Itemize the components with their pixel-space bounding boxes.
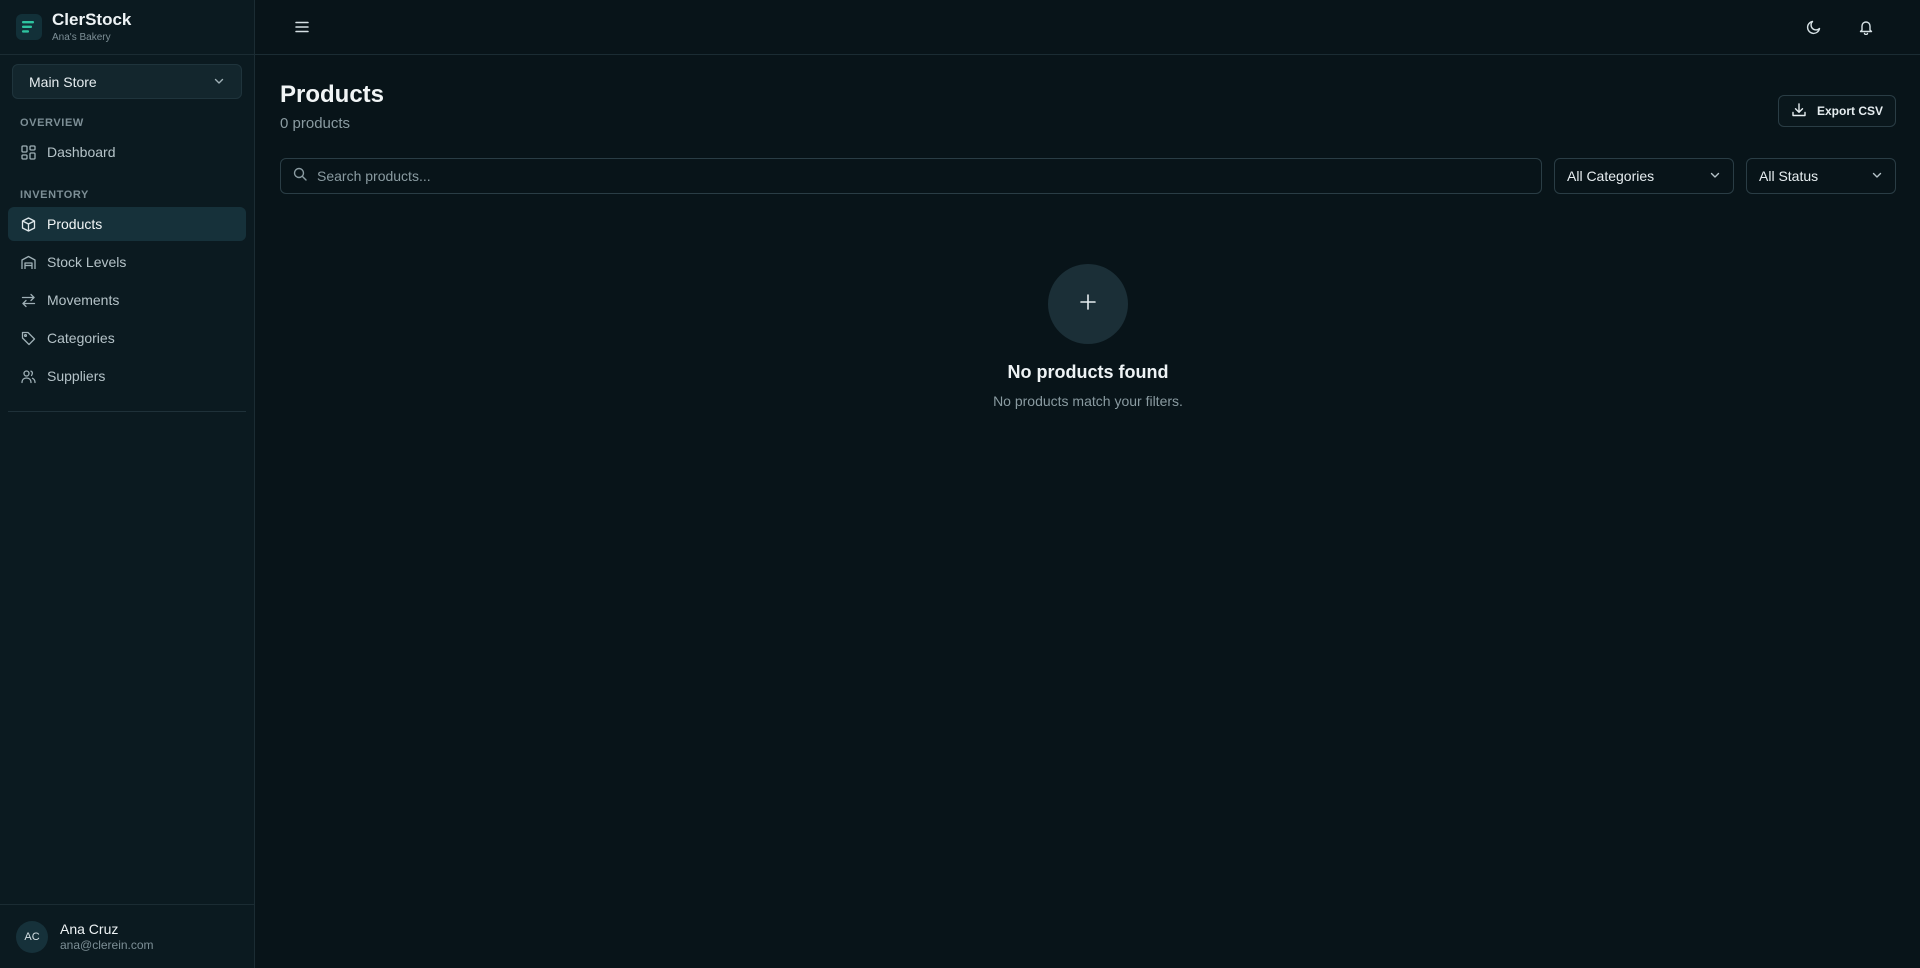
sidebar-item-dashboard[interactable]: Dashboard	[8, 135, 246, 169]
box-icon	[20, 216, 36, 232]
main-area: Products 0 products Export CSV Search pr…	[255, 0, 1920, 968]
page-title: Products	[280, 81, 385, 108]
bell-icon[interactable]	[1852, 13, 1880, 41]
section-label-inventory: INVENTORY	[20, 189, 89, 201]
store-selector[interactable]: Main Store	[12, 64, 242, 99]
user-profile[interactable]: AC Ana Cruz ana@clerein.com	[0, 904, 254, 968]
export-csv-button[interactable]: Export CSV	[1777, 95, 1896, 127]
chevron-down-icon	[1709, 168, 1721, 184]
status-filter-value: All Status	[1759, 168, 1819, 184]
download-icon	[1791, 102, 1807, 121]
sidebar-item-label: Stock Levels	[47, 254, 127, 270]
brand-subtitle: Ana's Bakery	[52, 31, 111, 43]
warehouse-icon	[20, 254, 36, 270]
filter-bar: All Categories All Status	[280, 158, 1896, 194]
sidebar-item-stock-levels[interactable]: Stock Levels	[8, 245, 246, 279]
grid-icon	[20, 144, 36, 160]
empty-state-message: No products match your filters.	[993, 393, 1183, 409]
sidebar-item-categories[interactable]: Categories	[8, 321, 246, 355]
product-count: 0 products	[280, 115, 351, 132]
chevron-down-icon	[1871, 168, 1883, 184]
category-filter[interactable]: All Categories	[1554, 158, 1734, 194]
section-label-overview: OVERVIEW	[20, 117, 84, 129]
search-input[interactable]	[317, 168, 1529, 184]
avatar: AC	[16, 920, 48, 953]
moon-icon[interactable]	[1800, 13, 1828, 41]
add-product-button[interactable]	[1048, 264, 1128, 344]
brand-name: ClerStock	[52, 10, 132, 30]
sidebar-item-label: Suppliers	[47, 368, 106, 384]
tag-icon	[20, 330, 36, 346]
sidebar-item-label: Products	[47, 216, 103, 232]
app-root: ClerStock Ana's Bakery Main Store OVERVI…	[0, 0, 1920, 968]
sidebar-item-movements[interactable]: Movements	[8, 283, 246, 317]
search-icon	[293, 167, 307, 186]
brand[interactable]: ClerStock Ana's Bakery	[0, 0, 254, 55]
sidebar: ClerStock Ana's Bakery Main Store OVERVI…	[0, 0, 255, 968]
logo-icon	[16, 14, 42, 40]
sidebar-item-label: Movements	[47, 292, 120, 308]
search-box[interactable]	[280, 158, 1542, 194]
menu-icon[interactable]	[288, 13, 316, 41]
chevron-down-icon	[213, 74, 225, 90]
arrows-left-right-icon	[20, 292, 36, 308]
sidebar-item-label: Dashboard	[47, 144, 116, 160]
topbar	[255, 0, 1920, 55]
sidebar-item-suppliers[interactable]: Suppliers	[8, 359, 246, 393]
category-filter-value: All Categories	[1567, 168, 1655, 184]
empty-state: No products found No products match your…	[280, 264, 1896, 409]
sidebar-item-products[interactable]: Products	[8, 207, 246, 241]
plus-icon	[1079, 293, 1097, 316]
export-csv-label: Export CSV	[1816, 104, 1883, 118]
store-selector-value: Main Store	[29, 73, 97, 90]
status-filter[interactable]: All Status	[1746, 158, 1896, 194]
products-page: Products 0 products Export CSV Search pr…	[255, 55, 1920, 968]
sidebar-item-label: Categories	[47, 330, 115, 346]
empty-state-title: No products found	[1007, 362, 1169, 382]
user-email: ana@clerein.com	[60, 938, 154, 952]
user-name: Ana Cruz	[60, 921, 119, 937]
users-icon	[20, 368, 36, 384]
